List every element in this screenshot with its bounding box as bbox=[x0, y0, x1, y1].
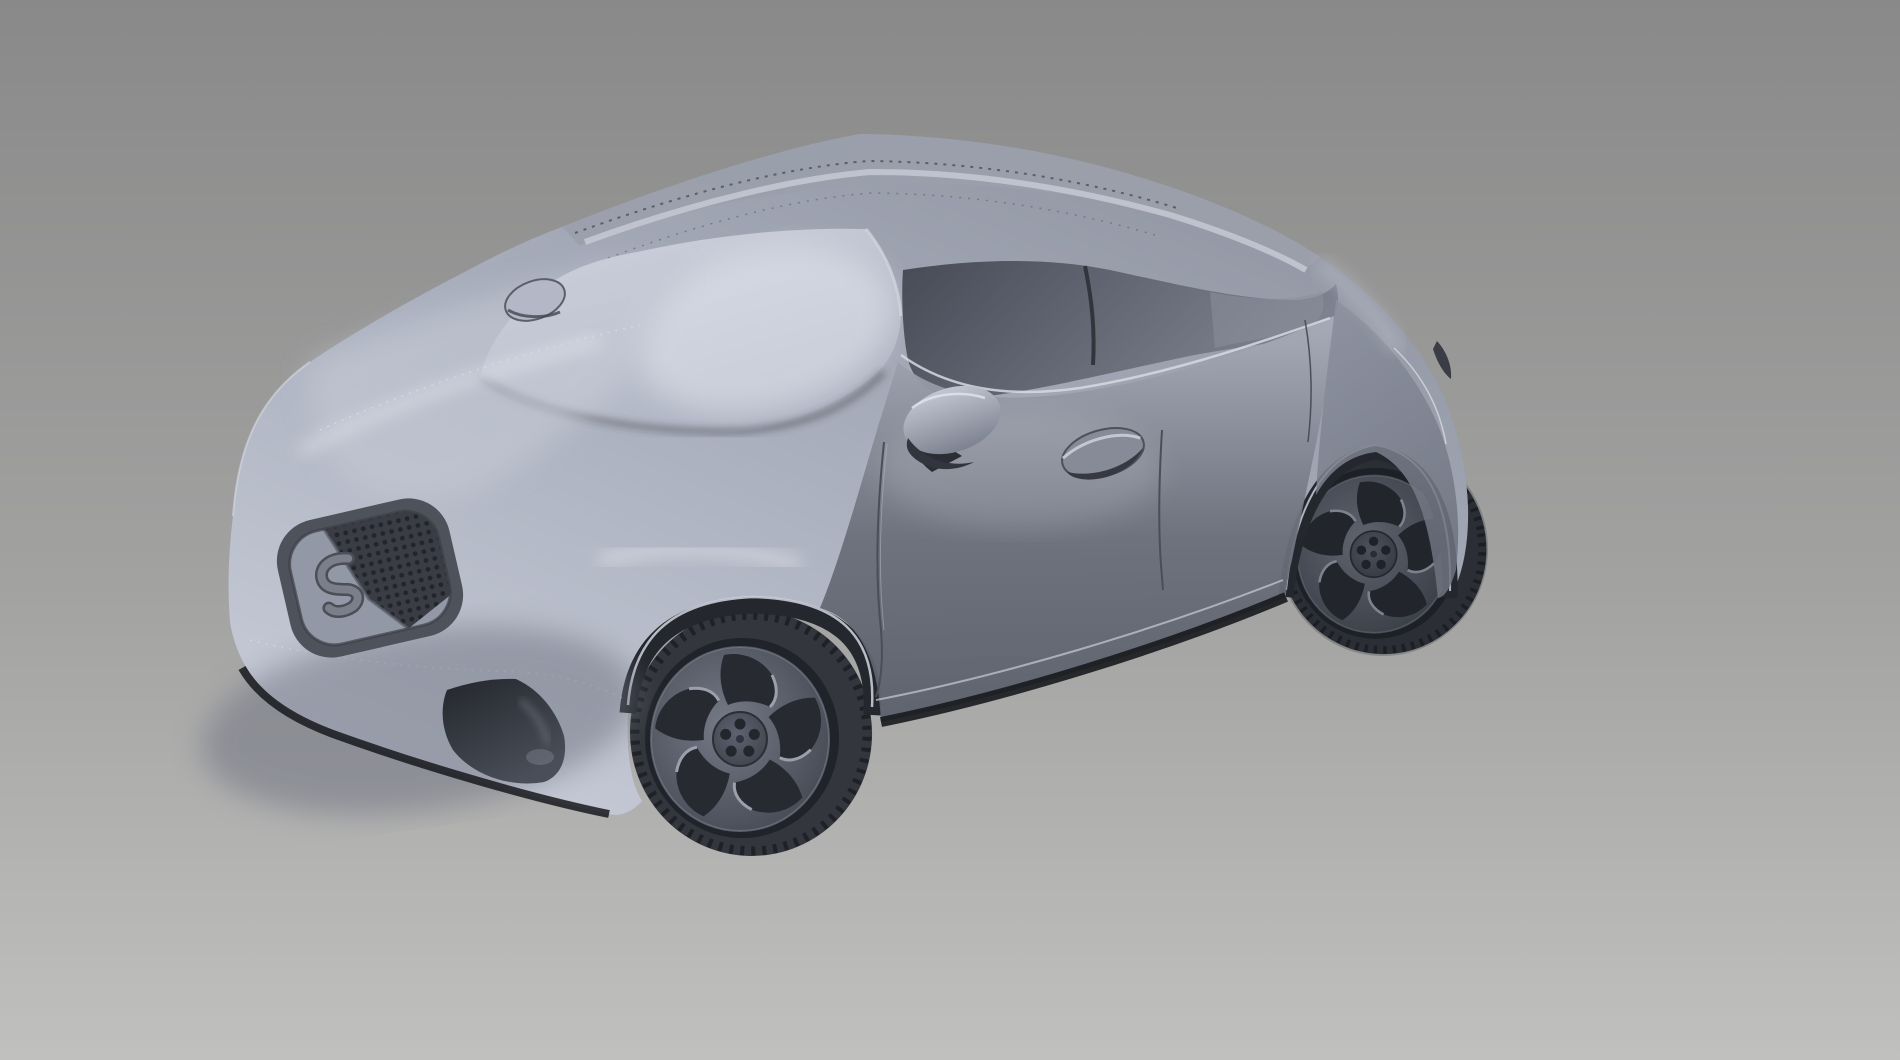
intake-glint bbox=[526, 749, 554, 765]
render-viewport[interactable] bbox=[0, 0, 1900, 1060]
car-render-canvas[interactable] bbox=[0, 0, 1900, 1060]
